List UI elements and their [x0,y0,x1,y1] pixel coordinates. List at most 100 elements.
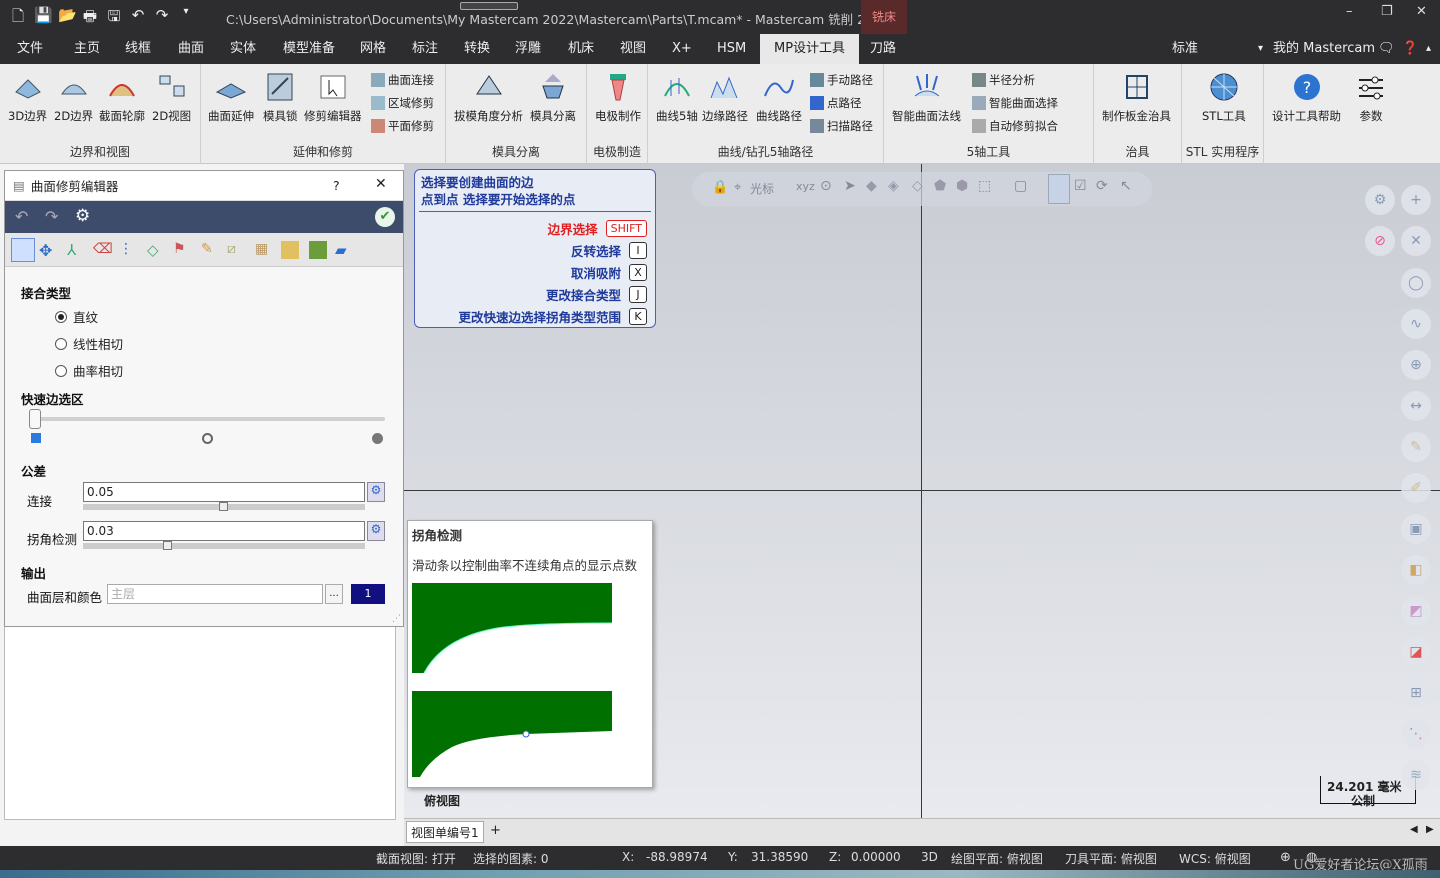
corner-slider-track[interactable] [83,543,365,549]
chevron-down-icon[interactable]: ▾ [1258,34,1263,64]
collapse-ribbon-icon[interactable]: ▴ [1426,34,1431,64]
pointer-icon[interactable]: ↖ [1120,178,1132,194]
hint-row-unsnap[interactable]: 取消吸附 X [571,263,647,282]
quick-edge-slider-thumb[interactable] [29,409,41,429]
tab-toolpaths[interactable]: 刀路 [870,34,896,64]
tab-relief[interactable]: 浮雕 [515,34,541,64]
parallelogram-icon[interactable]: ▰ [335,241,353,259]
sheet-fixture-button[interactable]: 制作板金治具 [1102,70,1171,124]
point-path-button[interactable]: 点路径 [810,95,862,111]
cplane-status[interactable]: 绘图平面: 俯视图 [951,850,1043,867]
tab-surfaces[interactable]: 曲面 [178,34,204,64]
hint-row-blend-type[interactable]: 更改接合类型 J [546,285,647,304]
mold-split-button[interactable]: 模具分离 [530,70,576,124]
tab-transform[interactable]: 转换 [464,34,490,64]
layer-browse-button[interactable]: ... [325,584,343,604]
circle-tool-icon[interactable]: ◯ [1401,268,1431,298]
draft-angle-analysis-button[interactable]: 拔模角度分析 [454,70,523,124]
area-trim-button[interactable]: 区域修剪 [371,95,434,111]
grid-icon[interactable]: ▦ [255,241,273,259]
tab-mp-design-tools[interactable]: MP设计工具 [760,34,860,64]
smart-surface-normal-button[interactable]: 智能曲面法线 [892,70,961,124]
tab-machine[interactable]: 机床 [568,34,594,64]
tab-home[interactable]: 主页 [74,34,100,64]
curve-tool-icon[interactable]: ∿ [1401,309,1431,339]
quick-edge-slider-track[interactable] [33,417,385,421]
radius-analysis-button[interactable]: 半径分析 [972,72,1035,88]
body-select-icon[interactable]: ⬟ [934,178,946,194]
wcs-status[interactable]: WCS: 俯视图 [1179,850,1251,867]
surface-connect-button[interactable]: 曲面连接 [371,72,434,88]
resize-grip-icon[interactable]: ⋰ [392,614,401,624]
viewsheet-tab[interactable]: 视图单编号1 [406,821,484,843]
cursor-label[interactable]: 光标 [750,180,774,197]
design-tools-help-button[interactable]: ? 设计工具帮助 [1272,70,1341,124]
tree-icon[interactable]: ⋮ [119,241,137,259]
minimize-icon[interactable]: – [1346,4,1353,19]
sphere-tool-icon[interactable]: ⊕ [1401,350,1431,380]
cube-select-icon[interactable]: ⬢ [956,178,968,194]
diamond-icon[interactable]: ◇ [147,241,165,259]
color-tool-icon[interactable]: ◪ [1401,637,1431,667]
trim-editor-button[interactable]: 修剪编辑器 [304,70,362,124]
color-swatch-button[interactable]: 1 [351,584,385,604]
calculator-icon[interactable]: ⚙ [367,521,385,541]
smart-surface-select-button[interactable]: 智能曲面选择 [972,95,1058,111]
lock-icon[interactable]: 🔒 [712,180,728,195]
stl-tools-button[interactable]: STL工具 [1202,70,1246,124]
eraser-tool-icon[interactable]: ✐ [1401,473,1431,503]
help-icon[interactable]: ❓ [1402,34,1418,64]
redo-icon[interactable]: ↷ [154,6,170,31]
corner-slider-thumb[interactable] [163,541,172,550]
print-icon[interactable]: 🖶 [82,6,98,31]
point-icon[interactable]: ⊙ [820,178,832,194]
linear-tangent-option[interactable]: 线性相切 [55,334,123,353]
hint-row-boundary[interactable]: 边界选择 SHIFT [548,219,647,238]
intersect-icon[interactable]: ✕ [1401,226,1431,256]
dialog-close-icon[interactable]: ✕ [375,176,387,192]
save-as-icon[interactable]: 🖫 [106,6,122,31]
tab-model-prep[interactable]: 模型准备 [283,34,335,64]
tab-xplus[interactable]: X+ [672,34,692,64]
surface-extend-button[interactable]: 曲面延伸 [208,70,254,124]
redo-icon[interactable]: ↷ [45,207,58,226]
undo-icon[interactable]: ↶ [15,207,28,226]
hint-row-corner-range[interactable]: 更改快速边选择拐角类型范围 K [458,307,647,326]
mold-lock-button[interactable]: 模具锁 [263,70,298,124]
hint-row-reverse[interactable]: 反转选择 I [571,241,647,260]
calculator-icon[interactable]: ⚙ [367,482,385,502]
gear-icon[interactable]: ⚙ [1365,185,1395,215]
curvature-tangent-option[interactable]: 曲率相切 [55,361,123,380]
edge-select-icon[interactable]: ◇ [912,178,923,194]
box-select-icon[interactable]: ▢ [1014,178,1027,194]
dimension-tool-icon[interactable]: ↔ [1401,391,1431,421]
dialog-help-button[interactable]: ? [333,178,340,193]
solid-tool-icon[interactable]: ◧ [1401,555,1431,585]
refresh-icon[interactable]: ⟳ [1096,178,1108,194]
flag-icon[interactable]: ⚑ [173,241,191,259]
sweep-path-button[interactable]: 扫描路径 [810,118,873,134]
close-window-icon[interactable]: ✕ [1416,4,1427,19]
panel-icon[interactable] [281,241,299,259]
select-arrow-icon[interactable]: ➤ [844,178,856,194]
tab-mesh[interactable]: 网格 [360,34,386,64]
solid-select-icon[interactable]: ◆ [866,178,877,194]
undo-icon[interactable]: ↶ [130,6,146,31]
tab-dimension[interactable]: 标注 [412,34,438,64]
cursor-snap-icon[interactable]: ⌖ [734,180,741,195]
section-profile-button[interactable]: 截面轮廓 [99,70,145,124]
manual-path-button[interactable]: 手动路径 [810,72,873,88]
electrode-make-button[interactable]: 电极制作 [595,70,641,124]
section-view-status[interactable]: 截面视图: 打开 [376,850,456,867]
open-icon[interactable]: 📂 [58,6,77,31]
delete-icon[interactable]: ⌫ [93,241,113,259]
new-file-icon[interactable]: 🗋 [10,6,26,31]
tab-view[interactable]: 视图 [620,34,646,64]
layer-tool-icon[interactable]: ◩ [1401,596,1431,626]
scroll-left-icon[interactable]: ◀ [1410,824,1418,835]
tplane-status[interactable]: 刀具平面: 俯视图 [1065,850,1157,867]
pencil-tool-icon[interactable]: ✎ [1401,432,1431,462]
2d-boundary-button[interactable]: 2D边界 [54,70,93,124]
settings-gear-icon[interactable]: ⚙ [75,206,90,226]
parameters-button[interactable]: 参数 [1354,70,1388,124]
